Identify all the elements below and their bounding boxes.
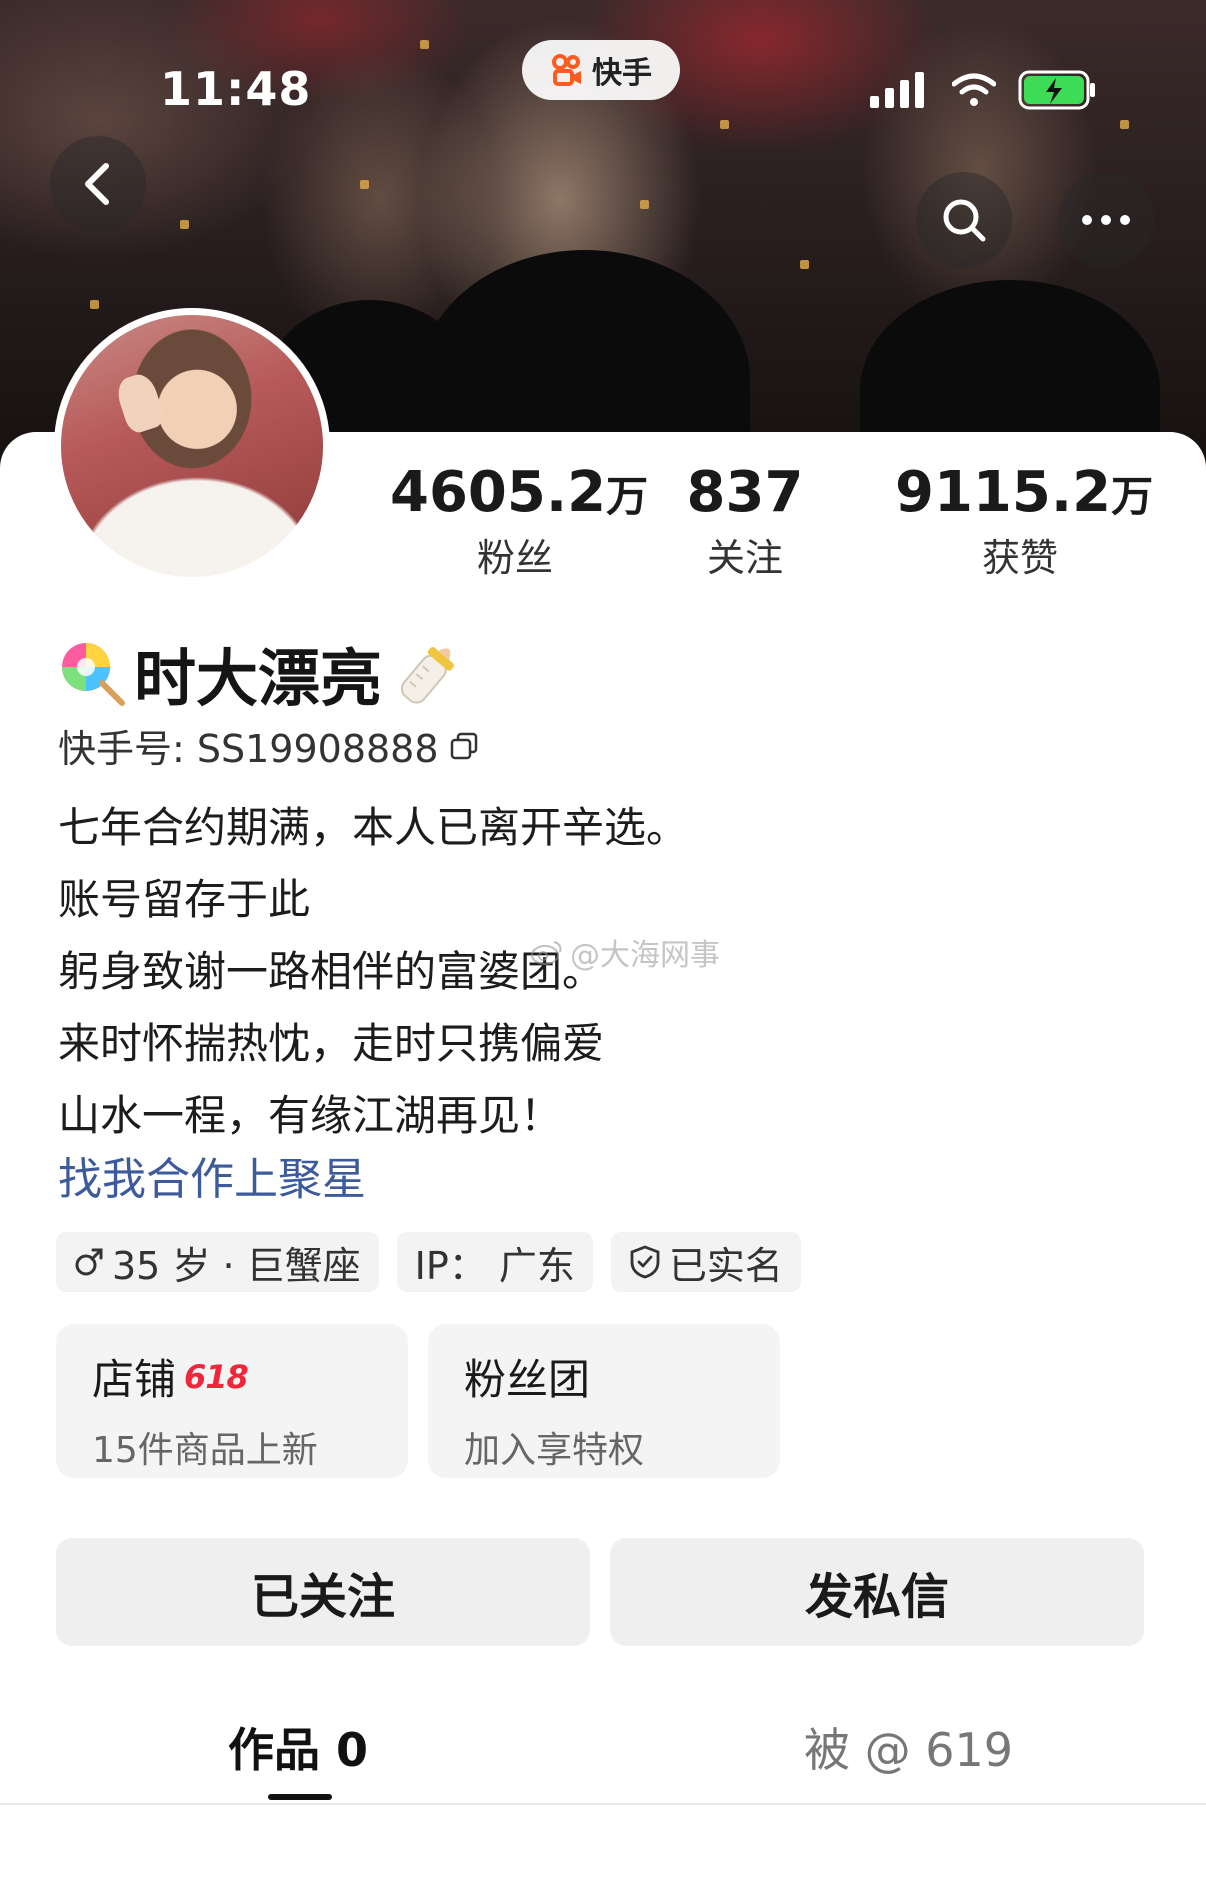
bio-line: 来时怀揣热忱，走时只携偏爱 xyxy=(58,1019,605,1068)
shop-entry[interactable]: 店铺 618 15件商品上新 xyxy=(56,1324,408,1478)
bio-line: 账号留存于此 xyxy=(58,875,311,924)
confetti xyxy=(180,220,189,229)
stat-likes[interactable]: 9115.2万 获赞 xyxy=(895,460,1153,582)
message-button[interactable]: 发私信 xyxy=(610,1538,1144,1646)
signal-icon xyxy=(870,72,924,108)
tab-active-indicator xyxy=(268,1794,332,1800)
stat-following[interactable]: 837 关注 xyxy=(680,460,810,582)
kwai-id: 快手号: SS19908888 xyxy=(58,727,439,771)
kwai-id-row: 快手号: SS19908888 xyxy=(58,718,479,773)
tag-ip: IP： 广东 xyxy=(396,1232,593,1292)
shop-subtitle: 15件商品上新 xyxy=(92,1430,318,1471)
avatar[interactable] xyxy=(54,308,330,584)
search-icon xyxy=(943,199,986,242)
verified-shield-icon xyxy=(630,1245,660,1279)
kuaishou-logo-icon xyxy=(552,54,581,86)
bio-line: 山水一程，有缘江湖再见！ xyxy=(58,1091,563,1140)
likes-label: 获赞 xyxy=(981,536,1058,580)
avatar-hand xyxy=(113,370,167,436)
fan-group-title: 粉丝团 xyxy=(464,1355,591,1404)
confetti xyxy=(90,300,99,309)
confetti xyxy=(1120,120,1129,129)
wifi-icon xyxy=(952,73,996,106)
confetti xyxy=(640,200,649,209)
back-button[interactable] xyxy=(50,136,146,232)
confetti xyxy=(420,40,429,49)
battery-charging-icon xyxy=(1018,70,1095,110)
content-tabs: 作品 0 被 @ 619 xyxy=(0,1714,1206,1804)
cooperation-link[interactable]: 找我合作上聚星 xyxy=(58,1143,366,1207)
followers-count: 4605.2 xyxy=(390,460,607,525)
followers-unit: 万 xyxy=(606,472,649,521)
shop-badge-618: 618 xyxy=(184,1357,249,1396)
shop-title: 店铺 xyxy=(92,1355,177,1404)
fan-group-entry[interactable]: 粉丝团 加入享特权 xyxy=(428,1324,780,1478)
app-badge: 快手 xyxy=(522,40,680,100)
confetti xyxy=(360,180,369,189)
tab-works[interactable]: 作品 0 xyxy=(228,1714,368,1780)
verified-text: 已实名 xyxy=(668,1243,783,1288)
followed-button[interactable]: 已关注 xyxy=(56,1538,590,1646)
fan-group-subtitle: 加入享特权 xyxy=(464,1430,645,1471)
profile-stats: 4605.2万 粉丝 837 关注 9115.2万 获赞 xyxy=(360,460,1160,580)
male-icon xyxy=(75,1248,103,1276)
following-label: 关注 xyxy=(706,536,783,580)
likes-count: 9115.2 xyxy=(895,460,1112,525)
confetti xyxy=(800,260,809,269)
stat-followers[interactable]: 4605.2万 粉丝 xyxy=(390,460,648,582)
tag-verified: 已实名 xyxy=(610,1232,801,1292)
more-icon xyxy=(1082,215,1130,225)
search-button[interactable] xyxy=(916,172,1012,268)
app-name: 快手 xyxy=(592,56,652,91)
following-count: 837 xyxy=(686,460,804,525)
likes-unit: 万 xyxy=(1111,472,1154,521)
profile-actions: 已关注 发私信 xyxy=(56,1538,1144,1646)
lollipop-icon xyxy=(62,643,125,706)
confetti xyxy=(720,120,729,129)
watermark: @大海网事 xyxy=(530,930,720,974)
bio-line: 七年合约期满，本人已离开辛选。 xyxy=(58,803,689,852)
profile-name-row: 时大漂亮 xyxy=(58,628,468,718)
baby-bottle-icon xyxy=(400,646,455,704)
tabs-divider xyxy=(0,1803,1206,1805)
ip-text: IP： 广东 xyxy=(414,1243,575,1288)
tag-age: 35 岁 · 巨蟹座 xyxy=(56,1232,379,1292)
weibo-icon xyxy=(531,941,562,965)
profile-name: 时大漂亮 xyxy=(134,642,383,715)
profile-tags: 35 岁 · 巨蟹座 IP： 广东 已实名 xyxy=(56,1232,801,1292)
more-button[interactable] xyxy=(1058,172,1154,268)
age-text: 35 岁 · 巨蟹座 xyxy=(112,1243,361,1288)
status-icons xyxy=(870,70,1098,110)
watermark-text: @大海网事 xyxy=(570,938,720,973)
status-time: 11:48 xyxy=(160,62,312,116)
copy-icon[interactable] xyxy=(449,731,479,761)
chevron-left-icon xyxy=(85,163,109,205)
followers-label: 粉丝 xyxy=(476,536,553,580)
tab-mentions[interactable]: 被 @ 619 xyxy=(804,1714,1013,1780)
profile-entries: 店铺 618 15件商品上新 粉丝团 加入享特权 xyxy=(56,1324,780,1478)
